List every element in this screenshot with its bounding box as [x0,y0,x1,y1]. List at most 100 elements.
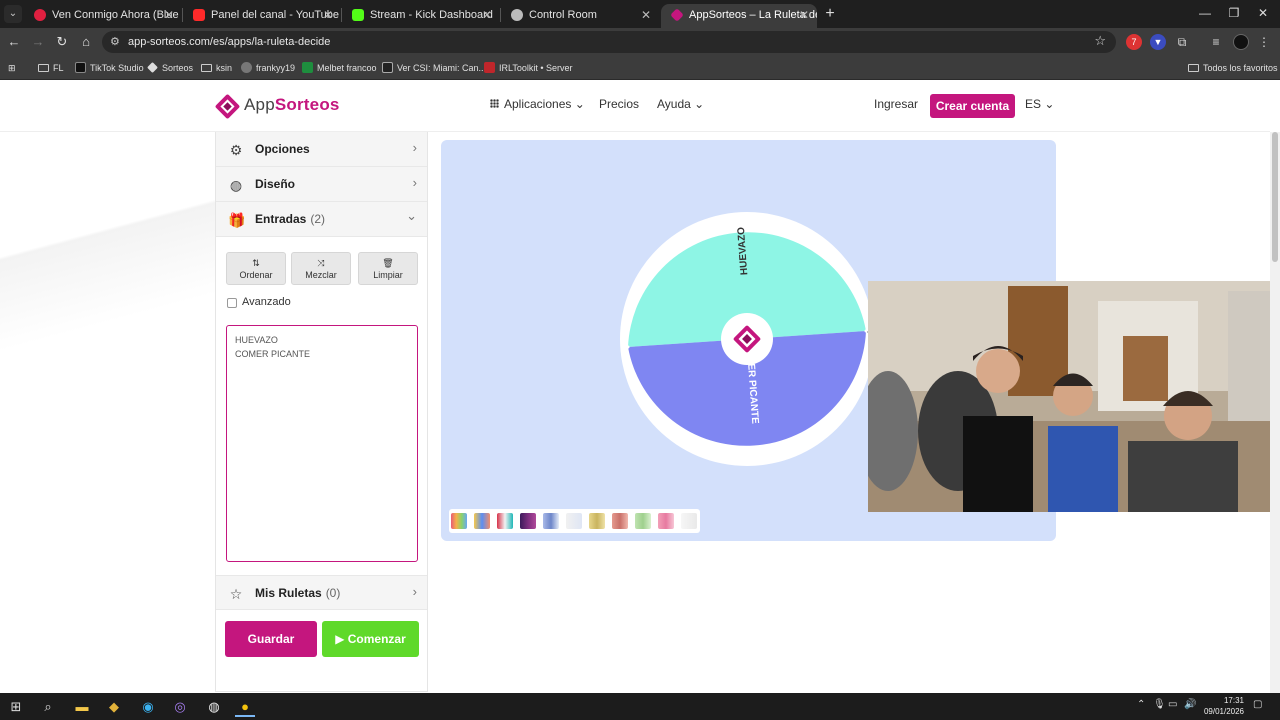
microphone-icon[interactable]: 🎙 [1153,699,1166,710]
profile-avatar[interactable] [1233,34,1249,50]
bookmarks-bar: ⊞ FL TikTok Studio Sorteos ksin frankyy1… [0,56,1280,80]
nav-precios[interactable]: Precios [599,97,639,111]
reading-list-icon[interactable]: ≡ [1208,34,1224,50]
bookmark-frankyy19[interactable]: frankyy19 [241,56,295,80]
palette-swatch[interactable] [566,513,582,529]
site-header: AppSorteos Aplicaciones ⌄ Precios Ayuda … [0,80,1270,132]
bookmark-sorteos[interactable]: Sorteos [147,56,193,80]
webcam-image [868,281,1280,512]
chevron-down-icon: ⌄ [574,97,585,111]
tab-title: Panel del canal - YouTube Studi [211,9,341,21]
close-icon[interactable]: ✕ [323,4,333,26]
save-button[interactable]: Guardar [225,621,317,657]
window-close-icon[interactable]: ✕ [1248,4,1278,22]
extension-icon[interactable]: ▼ [1150,34,1166,50]
bookmark-tiktok-studio[interactable]: TikTok Studio [75,56,144,80]
accordion-diseno[interactable]: ◍ Diseño › [216,167,427,202]
palette-swatch[interactable] [474,513,490,529]
edge-icon[interactable]: ◉ [138,697,158,717]
accordion-opciones[interactable]: ⚙ Opciones › [216,132,427,167]
extensions-puzzle-icon[interactable]: ⧉ [1174,34,1190,50]
palette-swatch[interactable] [497,513,513,529]
app-icon[interactable]: ◆ [104,697,124,717]
entries-textarea[interactable]: HUEVAZO COMER PICANTE [226,325,418,562]
accordion-label: Diseño [255,177,296,191]
file-explorer-icon[interactable]: ▬ [72,697,92,717]
home-icon[interactable]: ⌂ [77,33,95,51]
shuffle-button[interactable]: ⤨ Mezclar [291,252,351,285]
palette-swatch[interactable] [635,513,651,529]
scrollbar-thumb[interactable] [1272,132,1278,262]
tab-control-room[interactable]: Control Room ✕ [501,4,659,28]
reload-icon[interactable]: ↻ [53,33,71,51]
logo-text[interactable]: AppSorteos [244,95,340,115]
tab-appsorteos[interactable]: AppSorteos – La Ruleta de la Su ✕ [661,4,817,28]
new-tab-button[interactable]: + [822,4,838,24]
palette-swatch[interactable] [543,513,559,529]
apps-grid-icon[interactable]: ⊞ [8,56,16,80]
palette-swatch[interactable] [520,513,536,529]
accordion-mis-ruletas[interactable]: ☆ Mis Ruletas (0) › [216,575,427,610]
tray-chevron-up-icon[interactable]: ⌃ [1137,699,1145,710]
chevron-right-icon: › [412,175,417,190]
restore-icon[interactable]: ❐ [1219,4,1249,22]
palette-swatch[interactable] [612,513,628,529]
browser-tab-bar: ⌄ Ven Conmigo Ahora (Blue E ✕ Panel del … [0,0,1280,28]
bookmark-fl[interactable]: FL [38,56,64,80]
login-link[interactable]: Ingresar [874,97,918,111]
bookmark-star-icon[interactable]: ☆ [1094,33,1106,49]
nav-aplicaciones[interactable]: Aplicaciones ⌄ [490,97,585,111]
color-palette-selector [449,509,700,533]
volume-icon[interactable]: 🔊 [1184,699,1196,710]
windows-start-icon[interactable]: ⊞ [6,697,26,717]
tab-kick-dashboard[interactable]: Stream - Kick Dashboard ✕ [342,4,500,28]
start-button[interactable]: ▶ Comenzar [322,621,419,657]
clear-button[interactable]: 🗑 Limpiar [358,252,418,285]
tab-ven-conmigo[interactable]: Ven Conmigo Ahora (Blue E ✕ [24,4,182,28]
app-icon[interactable]: ◎ [170,697,190,717]
network-icon[interactable]: ▭ [1168,699,1177,710]
appsorteos-logo-icon[interactable] [215,94,240,119]
palette-swatch[interactable] [658,513,674,529]
tab-youtube-studio[interactable]: Panel del canal - YouTube Studi ✕ [183,4,341,28]
notifications-icon[interactable]: ▢ [1253,699,1262,710]
close-icon[interactable]: ✕ [641,4,651,26]
os-taskbar: ⊞ ⌕ ▬ ◆ ◉ ◎ ◍ ● ⌃ 🎙 ▭ 🔊 17:31 09/01/2026… [0,693,1280,720]
search-icon[interactable]: ⌕ [38,697,58,717]
forward-icon[interactable]: → [29,33,47,51]
browser-toolbar: ← → ↻ ⌂ ⚙ app-sorteos.com/es/apps/la-rul… [0,28,1280,56]
page-scrollbar[interactable] [1270,132,1280,693]
close-icon[interactable]: ✕ [164,4,174,26]
palette-swatch[interactable] [681,513,697,529]
minimize-icon[interactable]: — [1190,4,1220,22]
appsorteos-icon [670,8,684,22]
bookmark-melbet[interactable]: Melbet francoo [302,56,377,80]
bookmark-irltoolkit[interactable]: IRLToolkit • Server [484,56,573,80]
spin-wheel[interactable]: HUEVAZO COMER PICANTE [619,211,875,467]
chrome-icon[interactable]: ● [235,697,255,717]
bookmark-ksin[interactable]: ksin [201,56,232,80]
bookmark-csi-miami[interactable]: Ver CSI: Miami: Can... [382,56,486,80]
trash-icon: 🗑 [382,258,394,268]
site-info-icon[interactable]: ⚙ [110,35,120,48]
browser-menu-icon[interactable]: ⋮ [1256,34,1272,50]
nav-ayuda[interactable]: Ayuda ⌄ [657,97,704,111]
all-bookmarks-folder[interactable]: Todos los favoritos [1188,56,1278,80]
close-icon[interactable]: ✕ [482,4,492,26]
tab-search-icon[interactable]: ⌄ [4,5,22,23]
apps-grid-icon [490,99,499,108]
language-selector[interactable]: ES ⌄ [1025,97,1054,111]
address-bar[interactable]: ⚙ app-sorteos.com/es/apps/la-ruleta-deci… [102,31,1116,53]
youtube-studio-icon [193,9,205,21]
extension-icon[interactable]: 7 [1126,34,1142,50]
back-icon[interactable]: ← [5,33,23,51]
palette-swatch[interactable] [589,513,605,529]
obs-icon[interactable]: ◍ [204,697,224,717]
accordion-entradas[interactable]: 🎁 Entradas (2) ⌄ [216,202,427,237]
advanced-checkbox[interactable] [227,298,237,308]
signup-button[interactable]: Crear cuenta [930,94,1015,118]
close-icon[interactable]: ✕ [799,4,809,26]
palette-swatch[interactable] [451,513,467,529]
sort-button[interactable]: ⇅ Ordenar [226,252,286,285]
system-clock[interactable]: 17:31 09/01/2026 [1196,695,1244,717]
